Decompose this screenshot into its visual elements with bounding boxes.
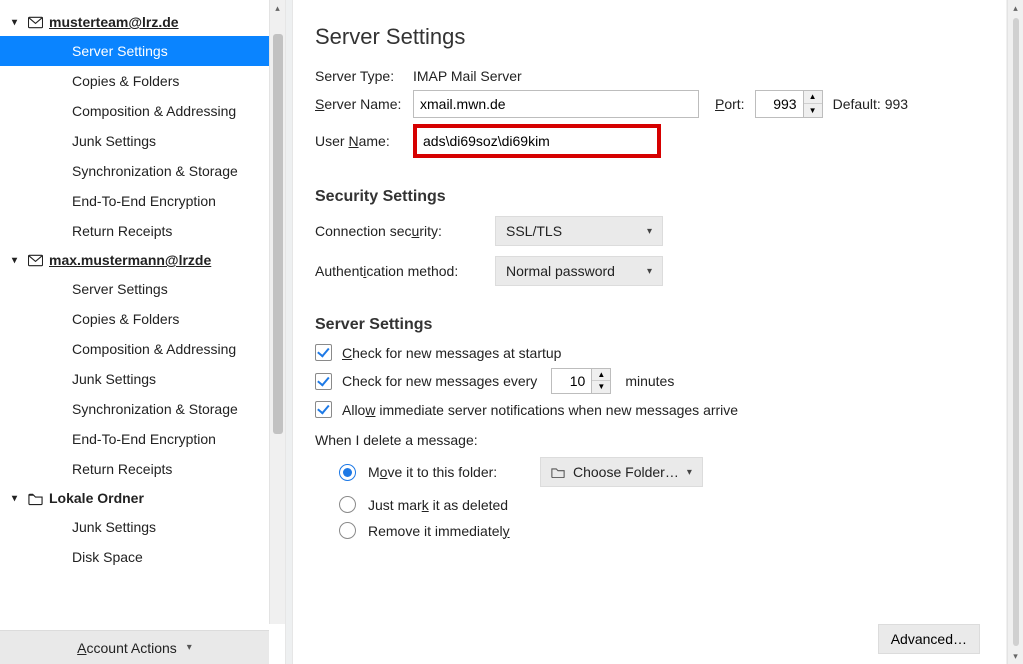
account-header-musterteam[interactable]: ▾ musterteam@lrz.de xyxy=(0,8,269,36)
account-name: Lokale Ordner xyxy=(49,490,144,506)
chevron-down-icon: ▾ xyxy=(12,17,22,28)
port-label: Port: xyxy=(715,96,745,112)
sidebar-item-junk-settings[interactable]: Junk Settings xyxy=(0,512,269,542)
interval-step-up-button[interactable]: ▲ xyxy=(592,369,610,381)
sidebar-item-e2e-encryption[interactable]: End-To-End Encryption xyxy=(0,424,269,454)
check-interval-input[interactable] xyxy=(551,368,591,394)
chevron-down-icon: ▾ xyxy=(187,642,192,653)
check-messages-startup-label: Check for new messages at startup xyxy=(342,345,561,361)
allow-notifications-label: Allow immediate server notifications whe… xyxy=(342,402,738,418)
delete-mark-label: Just mark it as deleted xyxy=(368,497,508,513)
server-name-label: Server Name: xyxy=(315,96,403,112)
window-scrollbar[interactable]: ▴ ▾ xyxy=(1007,0,1023,664)
port-input[interactable] xyxy=(755,90,803,118)
sidebar-item-server-settings[interactable]: Server Settings xyxy=(0,274,269,304)
advanced-button[interactable]: Advanced… xyxy=(878,624,980,654)
mail-icon xyxy=(28,15,43,30)
delete-remove-label: Remove it immediately xyxy=(368,523,510,539)
interval-step-down-button[interactable]: ▼ xyxy=(592,381,610,393)
account-header-maxmustermann[interactable]: ▾ max.mustermann@lrzde xyxy=(0,246,269,274)
sidebar-item-server-settings[interactable]: Server Settings xyxy=(0,36,269,66)
check-messages-every-checkbox[interactable] xyxy=(315,373,332,390)
folder-icon xyxy=(28,491,43,506)
mail-icon xyxy=(28,253,43,268)
server-type-value: IMAP Mail Server xyxy=(413,68,522,84)
port-step-up-button[interactable]: ▲ xyxy=(804,91,822,104)
check-messages-every-label-post: minutes xyxy=(625,373,674,389)
page-title: Server Settings xyxy=(315,24,980,50)
server-settings-panel: Server Settings Server Type: IMAP Mail S… xyxy=(293,0,1006,664)
account-sidebar: ▾ musterteam@lrz.de Server Settings Copi… xyxy=(0,0,285,664)
allow-notifications-checkbox[interactable] xyxy=(315,401,332,418)
sidebar-item-composition-addressing[interactable]: Composition & Addressing xyxy=(0,96,269,126)
account-actions-button[interactable]: Account Actions ▾ xyxy=(0,630,269,664)
chevron-down-icon: ▾ xyxy=(687,467,692,478)
delete-remove-radio[interactable] xyxy=(339,522,356,539)
sidebar-item-return-receipts[interactable]: Return Receipts xyxy=(0,454,269,484)
server-settings-heading: Server Settings xyxy=(315,316,980,334)
chevron-down-icon: ▾ xyxy=(12,493,22,504)
check-messages-every-label-pre: Check for new messages every xyxy=(342,373,537,389)
sidebar-item-sync-storage[interactable]: Synchronization & Storage xyxy=(0,394,269,424)
sidebar-item-junk-settings[interactable]: Junk Settings xyxy=(0,126,269,156)
sidebar-item-copies-folders[interactable]: Copies & Folders xyxy=(0,304,269,334)
sidebar-item-disk-space[interactable]: Disk Space xyxy=(0,542,269,572)
chevron-down-icon: ▾ xyxy=(12,255,22,266)
port-step-down-button[interactable]: ▼ xyxy=(804,104,822,117)
delete-move-radio[interactable] xyxy=(339,464,356,481)
folder-icon xyxy=(551,466,565,478)
check-messages-startup-checkbox[interactable] xyxy=(315,344,332,361)
account-name: musterteam@lrz.de xyxy=(49,14,179,30)
sidebar-scrollbar[interactable]: ▴ xyxy=(269,0,285,624)
user-name-highlight-box xyxy=(413,124,661,158)
scroll-up-icon[interactable]: ▴ xyxy=(270,0,285,16)
chevron-down-icon: ▾ xyxy=(647,226,652,237)
choose-folder-button[interactable]: Choose Folder… ▾ xyxy=(540,457,703,487)
scroll-down-icon[interactable]: ▾ xyxy=(1008,648,1023,664)
connection-security-select[interactable]: SSL/TLS ▾ xyxy=(495,216,663,246)
user-name-label: User Name: xyxy=(315,133,403,149)
sidebar-item-return-receipts[interactable]: Return Receipts xyxy=(0,216,269,246)
authentication-method-select[interactable]: Normal password ▾ xyxy=(495,256,663,286)
account-header-local-folders[interactable]: ▾ Lokale Ordner xyxy=(0,484,269,512)
sidebar-item-sync-storage[interactable]: Synchronization & Storage xyxy=(0,156,269,186)
user-name-input[interactable] xyxy=(417,128,657,154)
server-name-input[interactable] xyxy=(413,90,699,118)
pane-splitter[interactable] xyxy=(285,0,293,664)
account-name: max.mustermann@lrzde xyxy=(49,252,211,268)
server-type-label: Server Type: xyxy=(315,68,403,84)
delete-message-heading: When I delete a message: xyxy=(315,432,980,448)
sidebar-item-e2e-encryption[interactable]: End-To-End Encryption xyxy=(0,186,269,216)
sidebar-item-copies-folders[interactable]: Copies & Folders xyxy=(0,66,269,96)
delete-move-label: Move it to this folder: xyxy=(368,464,528,480)
security-settings-heading: Security Settings xyxy=(315,188,980,206)
scroll-up-icon[interactable]: ▴ xyxy=(1008,0,1023,16)
chevron-down-icon: ▾ xyxy=(647,266,652,277)
default-port-label: Default: 993 xyxy=(833,96,909,112)
authentication-method-label: Authentication method: xyxy=(315,263,485,279)
scrollbar-thumb[interactable] xyxy=(273,34,283,434)
scrollbar-thumb[interactable] xyxy=(1013,18,1019,646)
sidebar-item-junk-settings[interactable]: Junk Settings xyxy=(0,364,269,394)
connection-security-label: Connection security: xyxy=(315,223,485,239)
sidebar-item-composition-addressing[interactable]: Composition & Addressing xyxy=(0,334,269,364)
account-actions-label: Account Actions xyxy=(77,640,177,656)
delete-mark-radio[interactable] xyxy=(339,496,356,513)
